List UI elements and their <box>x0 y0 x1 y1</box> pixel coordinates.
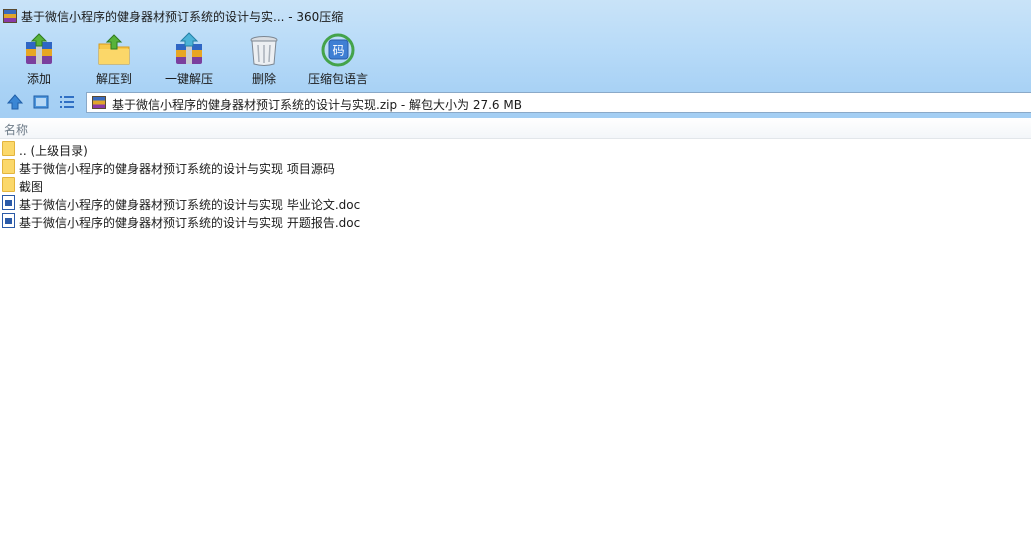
column-header: 名称 <box>0 118 1031 139</box>
list-item[interactable]: 基于微信小程序的健身器材预订系统的设计与实现 开题报告.doc <box>0 212 520 230</box>
word-document-icon <box>2 195 16 211</box>
archive-app-icon <box>3 9 17 23</box>
add-archive-icon <box>26 33 52 64</box>
add-button[interactable]: 添加 <box>4 30 74 86</box>
folder-icon <box>2 159 16 175</box>
one-click-extract-button[interactable]: 一键解压 <box>154 30 224 86</box>
add-button-label: 添加 <box>26 72 51 86</box>
one-click-extract-icon <box>176 32 202 64</box>
up-arrow-icon[interactable] <box>6 93 24 111</box>
list-item[interactable]: 基于微信小程序的健身器材预订系统的设计与实现 毕业论文.doc <box>0 194 520 212</box>
folder-icon <box>2 177 16 193</box>
extract-to-label: 解压到 <box>95 72 132 86</box>
zip-archive-icon <box>92 96 106 109</box>
file-name: .. (上级目录) <box>19 144 88 158</box>
address-bar[interactable]: 基于微信小程序的健身器材预订系统的设计与实现.zip - 解包大小为 27.6 … <box>86 92 1031 113</box>
one-click-extract-label: 一键解压 <box>164 72 213 86</box>
archive-language-icon: 码 <box>321 33 355 67</box>
title-bar: 基于微信小程序的健身器材预订系统的设计与实... - 360压缩 <box>0 0 1031 32</box>
archive-language-label: 压缩包语言 <box>307 72 368 86</box>
delete-button[interactable]: 删除 <box>229 30 299 86</box>
list-item[interactable]: 基于微信小程序的健身器材预订系统的设计与实现 项目源码 <box>0 158 520 176</box>
file-name: 基于微信小程序的健身器材预订系统的设计与实现 项目源码 <box>19 162 335 176</box>
file-name: 基于微信小程序的健身器材预订系统的设计与实现 毕业论文.doc <box>19 198 361 212</box>
column-name-header[interactable]: 名称 <box>4 121 28 138</box>
extract-to-icon <box>98 34 130 65</box>
view-controls <box>6 93 80 111</box>
list-item[interactable]: .. (上级目录) <box>0 140 520 158</box>
word-document-icon <box>2 213 16 229</box>
thumbnail-view-icon[interactable] <box>32 93 50 111</box>
window-title: 基于微信小程序的健身器材预订系统的设计与实... - 360压缩 <box>21 10 344 24</box>
list-item[interactable]: 截图 <box>0 176 520 194</box>
archive-language-button[interactable]: 码 压缩包语言 <box>303 30 373 86</box>
delete-icon <box>250 36 278 66</box>
list-view-icon[interactable] <box>58 93 76 111</box>
delete-label: 删除 <box>251 72 276 86</box>
extract-to-button[interactable]: 解压到 <box>79 30 149 86</box>
file-name: 截图 <box>19 180 44 194</box>
address-text: 基于微信小程序的健身器材预订系统的设计与实现.zip - 解包大小为 27.6 … <box>112 98 522 112</box>
folder-icon <box>2 141 16 157</box>
window-chrome: 基于微信小程序的健身器材预订系统的设计与实... - 360压缩 添加 解压到 … <box>0 0 1031 118</box>
file-name: 基于微信小程序的健身器材预订系统的设计与实现 开题报告.doc <box>19 216 361 230</box>
svg-text:码: 码 <box>332 44 344 58</box>
